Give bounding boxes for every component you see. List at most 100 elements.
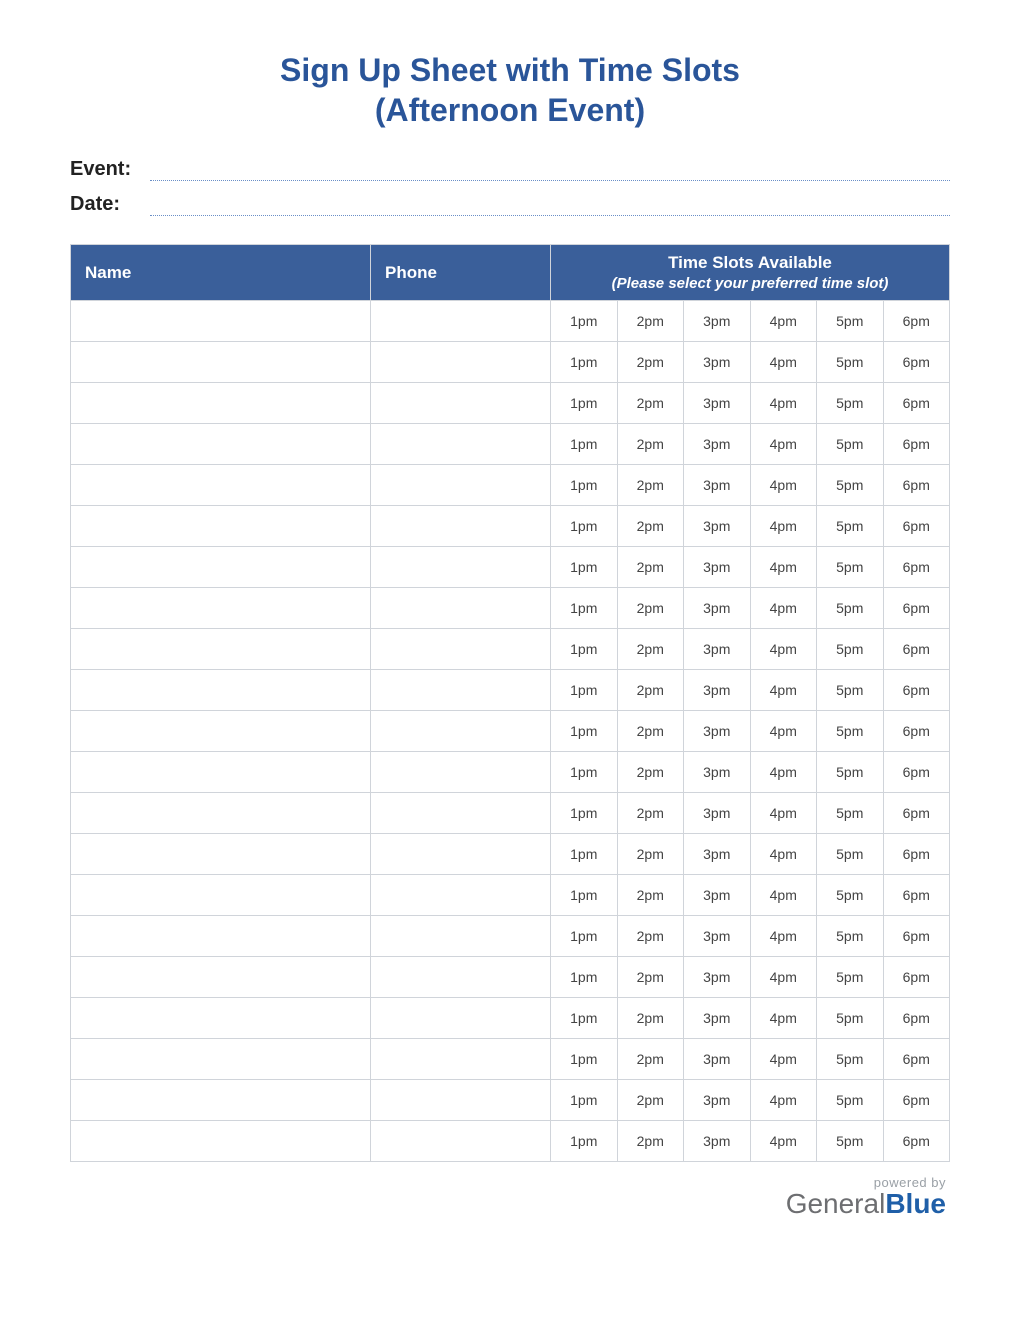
timeslot-cell[interactable]: 3pm bbox=[684, 1039, 751, 1080]
timeslot-cell[interactable]: 1pm bbox=[551, 424, 618, 465]
timeslot-cell[interactable]: 6pm bbox=[883, 383, 950, 424]
timeslot-cell[interactable]: 2pm bbox=[617, 711, 684, 752]
timeslot-cell[interactable]: 4pm bbox=[750, 1080, 817, 1121]
name-cell[interactable] bbox=[71, 342, 371, 383]
name-cell[interactable] bbox=[71, 547, 371, 588]
timeslot-cell[interactable]: 4pm bbox=[750, 1039, 817, 1080]
timeslot-cell[interactable]: 4pm bbox=[750, 793, 817, 834]
timeslot-cell[interactable]: 3pm bbox=[684, 383, 751, 424]
phone-cell[interactable] bbox=[371, 793, 551, 834]
timeslot-cell[interactable]: 2pm bbox=[617, 834, 684, 875]
timeslot-cell[interactable]: 4pm bbox=[750, 752, 817, 793]
phone-cell[interactable] bbox=[371, 465, 551, 506]
timeslot-cell[interactable]: 6pm bbox=[883, 424, 950, 465]
timeslot-cell[interactable]: 2pm bbox=[617, 670, 684, 711]
timeslot-cell[interactable]: 1pm bbox=[551, 875, 618, 916]
phone-cell[interactable] bbox=[371, 998, 551, 1039]
timeslot-cell[interactable]: 1pm bbox=[551, 793, 618, 834]
phone-cell[interactable] bbox=[371, 547, 551, 588]
timeslot-cell[interactable]: 3pm bbox=[684, 793, 751, 834]
timeslot-cell[interactable]: 4pm bbox=[750, 1121, 817, 1162]
name-cell[interactable] bbox=[71, 1080, 371, 1121]
timeslot-cell[interactable]: 3pm bbox=[684, 301, 751, 342]
name-cell[interactable] bbox=[71, 916, 371, 957]
name-cell[interactable] bbox=[71, 875, 371, 916]
timeslot-cell[interactable]: 5pm bbox=[817, 301, 884, 342]
timeslot-cell[interactable]: 5pm bbox=[817, 465, 884, 506]
timeslot-cell[interactable]: 5pm bbox=[817, 752, 884, 793]
timeslot-cell[interactable]: 4pm bbox=[750, 383, 817, 424]
timeslot-cell[interactable]: 4pm bbox=[750, 301, 817, 342]
timeslot-cell[interactable]: 3pm bbox=[684, 998, 751, 1039]
name-cell[interactable] bbox=[71, 670, 371, 711]
timeslot-cell[interactable]: 2pm bbox=[617, 424, 684, 465]
timeslot-cell[interactable]: 3pm bbox=[684, 670, 751, 711]
name-cell[interactable] bbox=[71, 383, 371, 424]
timeslot-cell[interactable]: 4pm bbox=[750, 670, 817, 711]
timeslot-cell[interactable]: 4pm bbox=[750, 916, 817, 957]
timeslot-cell[interactable]: 3pm bbox=[684, 547, 751, 588]
name-cell[interactable] bbox=[71, 752, 371, 793]
timeslot-cell[interactable]: 1pm bbox=[551, 834, 618, 875]
timeslot-cell[interactable]: 6pm bbox=[883, 916, 950, 957]
phone-cell[interactable] bbox=[371, 752, 551, 793]
timeslot-cell[interactable]: 1pm bbox=[551, 629, 618, 670]
timeslot-cell[interactable]: 4pm bbox=[750, 547, 817, 588]
timeslot-cell[interactable]: 2pm bbox=[617, 916, 684, 957]
timeslot-cell[interactable]: 2pm bbox=[617, 875, 684, 916]
timeslot-cell[interactable]: 6pm bbox=[883, 342, 950, 383]
phone-cell[interactable] bbox=[371, 301, 551, 342]
name-cell[interactable] bbox=[71, 793, 371, 834]
timeslot-cell[interactable]: 3pm bbox=[684, 711, 751, 752]
timeslot-cell[interactable]: 2pm bbox=[617, 301, 684, 342]
timeslot-cell[interactable]: 1pm bbox=[551, 711, 618, 752]
timeslot-cell[interactable]: 5pm bbox=[817, 834, 884, 875]
date-input-line[interactable] bbox=[150, 196, 950, 216]
phone-cell[interactable] bbox=[371, 588, 551, 629]
timeslot-cell[interactable]: 6pm bbox=[883, 711, 950, 752]
timeslot-cell[interactable]: 1pm bbox=[551, 916, 618, 957]
timeslot-cell[interactable]: 5pm bbox=[817, 383, 884, 424]
timeslot-cell[interactable]: 1pm bbox=[551, 1121, 618, 1162]
name-cell[interactable] bbox=[71, 1121, 371, 1162]
timeslot-cell[interactable]: 2pm bbox=[617, 998, 684, 1039]
timeslot-cell[interactable]: 2pm bbox=[617, 1121, 684, 1162]
timeslot-cell[interactable]: 2pm bbox=[617, 342, 684, 383]
name-cell[interactable] bbox=[71, 957, 371, 998]
phone-cell[interactable] bbox=[371, 875, 551, 916]
phone-cell[interactable] bbox=[371, 1121, 551, 1162]
timeslot-cell[interactable]: 5pm bbox=[817, 1080, 884, 1121]
timeslot-cell[interactable]: 3pm bbox=[684, 342, 751, 383]
name-cell[interactable] bbox=[71, 465, 371, 506]
name-cell[interactable] bbox=[71, 834, 371, 875]
timeslot-cell[interactable]: 1pm bbox=[551, 752, 618, 793]
timeslot-cell[interactable]: 2pm bbox=[617, 752, 684, 793]
timeslot-cell[interactable]: 5pm bbox=[817, 793, 884, 834]
timeslot-cell[interactable]: 4pm bbox=[750, 424, 817, 465]
timeslot-cell[interactable]: 6pm bbox=[883, 957, 950, 998]
timeslot-cell[interactable]: 2pm bbox=[617, 506, 684, 547]
timeslot-cell[interactable]: 5pm bbox=[817, 957, 884, 998]
timeslot-cell[interactable]: 2pm bbox=[617, 1039, 684, 1080]
timeslot-cell[interactable]: 5pm bbox=[817, 1039, 884, 1080]
timeslot-cell[interactable]: 5pm bbox=[817, 711, 884, 752]
timeslot-cell[interactable]: 6pm bbox=[883, 547, 950, 588]
timeslot-cell[interactable]: 3pm bbox=[684, 834, 751, 875]
timeslot-cell[interactable]: 5pm bbox=[817, 629, 884, 670]
phone-cell[interactable] bbox=[371, 424, 551, 465]
timeslot-cell[interactable]: 2pm bbox=[617, 547, 684, 588]
timeslot-cell[interactable]: 3pm bbox=[684, 916, 751, 957]
timeslot-cell[interactable]: 4pm bbox=[750, 342, 817, 383]
timeslot-cell[interactable]: 3pm bbox=[684, 629, 751, 670]
timeslot-cell[interactable]: 1pm bbox=[551, 383, 618, 424]
timeslot-cell[interactable]: 5pm bbox=[817, 670, 884, 711]
timeslot-cell[interactable]: 2pm bbox=[617, 793, 684, 834]
timeslot-cell[interactable]: 5pm bbox=[817, 588, 884, 629]
timeslot-cell[interactable]: 5pm bbox=[817, 342, 884, 383]
timeslot-cell[interactable]: 3pm bbox=[684, 506, 751, 547]
phone-cell[interactable] bbox=[371, 629, 551, 670]
timeslot-cell[interactable]: 1pm bbox=[551, 670, 618, 711]
timeslot-cell[interactable]: 6pm bbox=[883, 465, 950, 506]
timeslot-cell[interactable]: 5pm bbox=[817, 547, 884, 588]
timeslot-cell[interactable]: 1pm bbox=[551, 465, 618, 506]
